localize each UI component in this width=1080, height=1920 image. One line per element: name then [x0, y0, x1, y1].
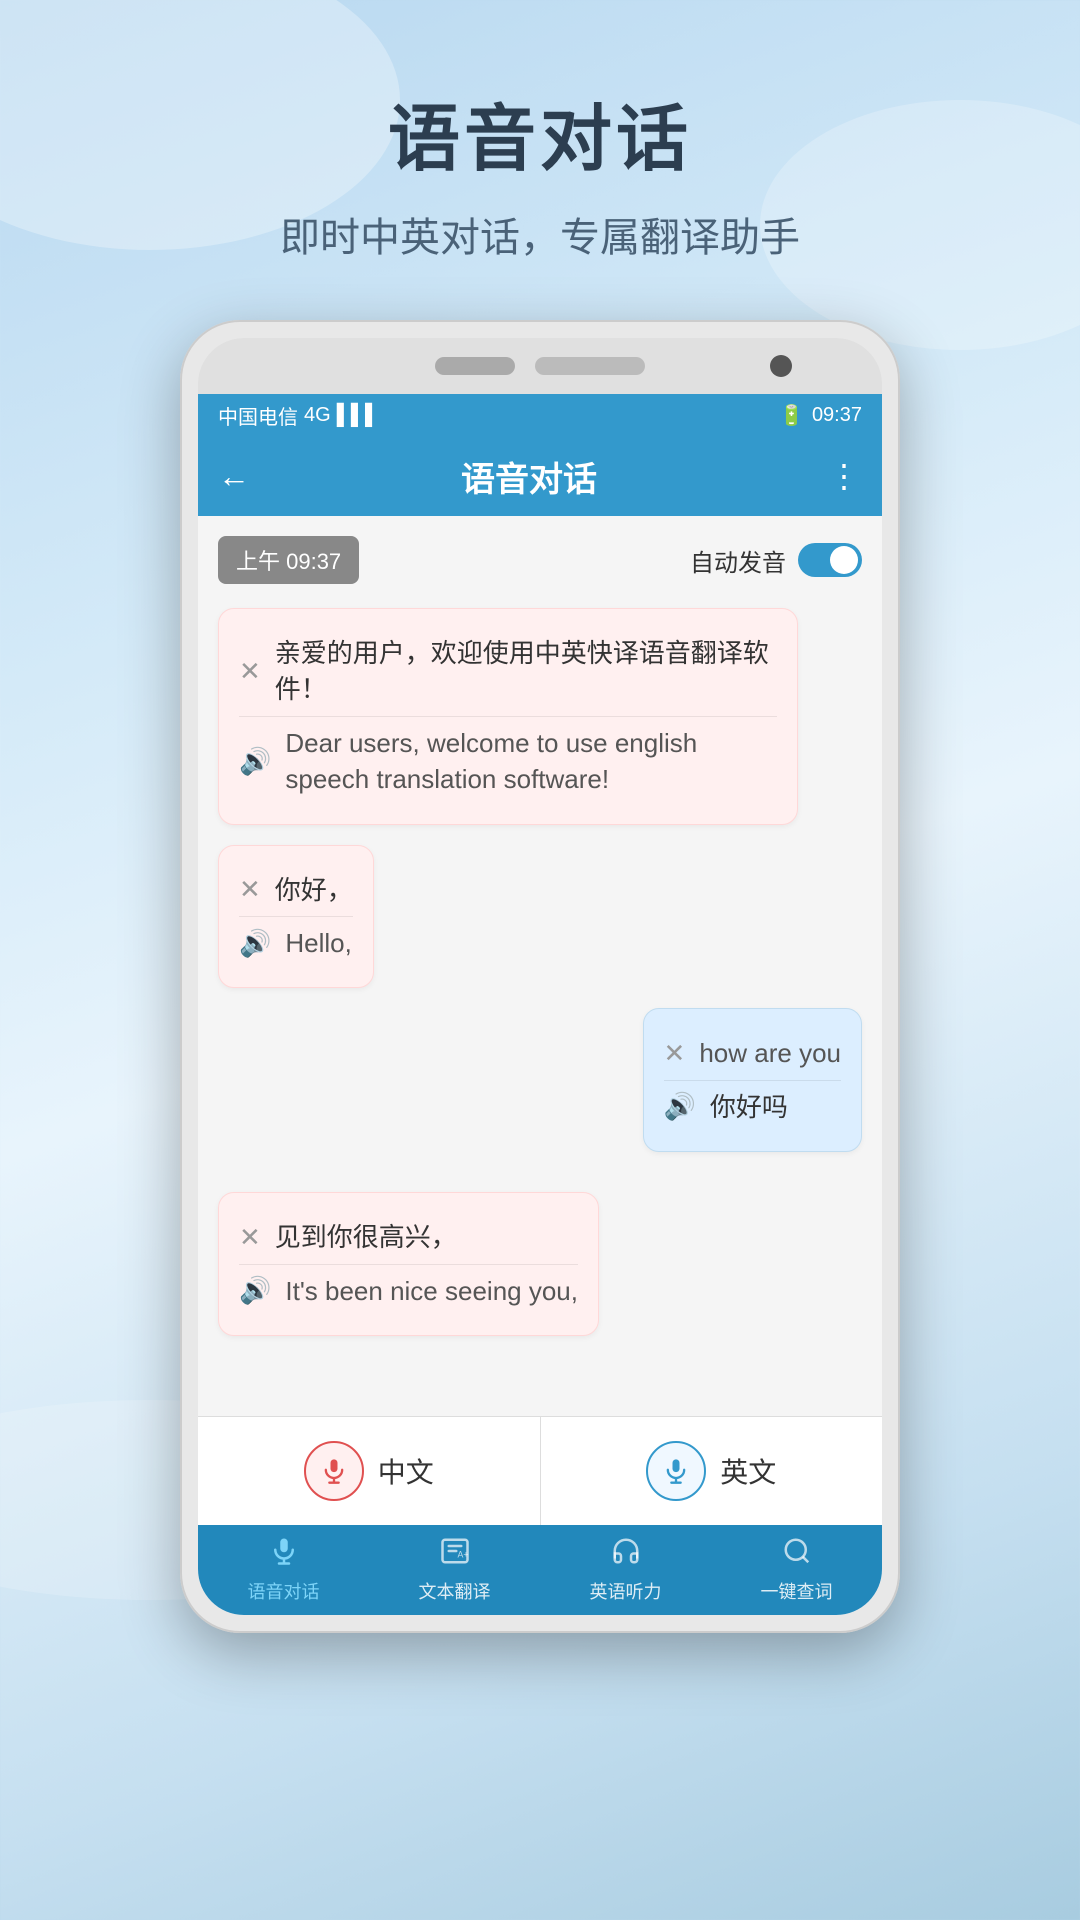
- bubble-text-original-4: 见到你很高兴，: [275, 1219, 457, 1255]
- mic-circle-red: [304, 1441, 364, 1501]
- chat-bubble-3: ✕ how are you 🔊 你好吗: [643, 1008, 862, 1152]
- close-icon-2[interactable]: ✕: [239, 874, 261, 905]
- phone-outer-shell: 中国电信 4G ▌▌▌ 🔋 09:37 ← 语音对话 ⋮: [180, 320, 900, 1633]
- bubble-line-translated-4: 🔊 It's been nice seeing you,: [239, 1264, 578, 1317]
- chinese-mic-button[interactable]: 中文: [198, 1417, 540, 1525]
- main-title: 语音对话: [0, 80, 1080, 185]
- bubble-line-original-3: ✕ how are you: [664, 1027, 841, 1079]
- back-button[interactable]: ←: [218, 458, 250, 495]
- speaker-icon-2[interactable]: 🔊: [239, 928, 271, 959]
- chat-bubble-4: ✕ 见到你很高兴， 🔊 It's been nice seeing you,: [218, 1192, 599, 1336]
- speaker-grille: [435, 357, 515, 375]
- nav-item-voice-chat[interactable]: 语音对话: [198, 1525, 369, 1615]
- right-wrapper-3: ✕ how are you 🔊 你好吗: [218, 1008, 862, 1172]
- bubble-text-translated-4: It's been nice seeing you,: [285, 1273, 578, 1309]
- earpiece: [535, 357, 645, 375]
- mic-buttons-row: 中文 英文: [198, 1416, 882, 1525]
- bubble-text-translated-2: Hello,: [285, 925, 351, 961]
- speaker-icon-3[interactable]: 🔊: [664, 1091, 696, 1122]
- bubble-line-translated-3: 🔊 你好吗: [664, 1080, 841, 1133]
- bubble-line-translated-2: 🔊 Hello,: [239, 916, 353, 969]
- speaker-icon-4[interactable]: 🔊: [239, 1275, 271, 1306]
- status-left: 中国电信 4G ▌▌▌: [218, 401, 379, 430]
- auto-speak-area: 自动发音: [690, 543, 862, 578]
- phone-inner-shell: 中国电信 4G ▌▌▌ 🔋 09:37 ← 语音对话 ⋮: [198, 338, 882, 1615]
- chat-bubble-2: ✕ 你好， 🔊 Hello,: [218, 845, 374, 989]
- app-bar: ← 语音对话 ⋮: [198, 436, 882, 516]
- chat-area: 上午 09:37 自动发音: [198, 516, 882, 1416]
- close-icon-4[interactable]: ✕: [239, 1222, 261, 1253]
- time-toggle-row: 上午 09:37 自动发音: [218, 536, 862, 584]
- close-icon-1[interactable]: ✕: [239, 656, 261, 687]
- nav-item-text-translate[interactable]: A+ 文本翻译: [369, 1525, 540, 1615]
- svg-text:A+: A+: [457, 1549, 468, 1559]
- phone-screen: 中国电信 4G ▌▌▌ 🔋 09:37 ← 语音对话 ⋮: [198, 394, 882, 1615]
- status-right: 🔋 09:37: [779, 403, 862, 428]
- mic-circle-blue: [646, 1441, 706, 1501]
- nav-label-english-listening: 英语听力: [590, 1578, 662, 1604]
- more-menu-button[interactable]: ⋮: [828, 457, 862, 495]
- english-listening-icon: [611, 1536, 641, 1574]
- english-mic-label: 英文: [720, 1451, 776, 1491]
- chinese-mic-label: 中文: [378, 1451, 434, 1491]
- lookup-icon: [782, 1536, 812, 1574]
- status-time: 09:37: [812, 404, 862, 427]
- nav-item-lookup[interactable]: 一键查词: [711, 1525, 882, 1615]
- voice-chat-icon: [269, 1536, 299, 1574]
- nav-label-lookup: 一键查词: [761, 1578, 833, 1604]
- bubble-text-translated-1: Dear users, welcome to use english speec…: [285, 725, 776, 798]
- text-translate-icon: A+: [440, 1536, 470, 1574]
- front-camera: [770, 355, 792, 377]
- auto-speak-label: 自动发音: [690, 543, 786, 578]
- network-type: 4G: [304, 404, 331, 427]
- nav-label-text-translate: 文本翻译: [419, 1578, 491, 1604]
- carrier-text: 中国电信: [218, 401, 298, 430]
- close-icon-3[interactable]: ✕: [664, 1038, 686, 1069]
- bubble-line-translated-1: 🔊 Dear users, welcome to use english spe…: [239, 716, 777, 806]
- bubble-text-original-1: 亲爱的用户，欢迎使用中英快译语音翻译软件！: [275, 635, 777, 708]
- battery-icon: 🔋: [779, 403, 804, 428]
- chat-bubble-1: ✕ 亲爱的用户，欢迎使用中英快译语音翻译软件！ 🔊 Dear users, we…: [218, 608, 798, 825]
- english-mic-button[interactable]: 英文: [540, 1417, 883, 1525]
- bubble-text-original-2: 你好，: [275, 872, 353, 908]
- app-bar-title: 语音对话: [270, 452, 788, 501]
- nav-item-english-listening[interactable]: 英语听力: [540, 1525, 711, 1615]
- toggle-knob: [830, 546, 858, 574]
- time-badge: 上午 09:37: [218, 536, 359, 584]
- bottom-nav: 语音对话 A+ 文本翻译: [198, 1525, 882, 1615]
- auto-speak-toggle[interactable]: [798, 543, 862, 577]
- bubble-line-original-4: ✕ 见到你很高兴，: [239, 1211, 578, 1263]
- bubble-line-original-2: ✕ 你好，: [239, 864, 353, 916]
- status-bar: 中国电信 4G ▌▌▌ 🔋 09:37: [198, 394, 882, 436]
- bubble-text-original-3: how are you: [699, 1035, 841, 1071]
- bubble-line-original-1: ✕ 亲爱的用户，欢迎使用中英快译语音翻译软件！: [239, 627, 777, 716]
- phone-hardware-bar: [198, 338, 882, 394]
- sub-title: 即时中英对话，专属翻译助手: [0, 205, 1080, 263]
- speaker-icon-1[interactable]: 🔊: [239, 746, 271, 777]
- bubble-text-translated-3: 你好吗: [710, 1089, 788, 1125]
- signal-bars: ▌▌▌: [337, 404, 380, 427]
- nav-label-voice-chat: 语音对话: [248, 1578, 320, 1604]
- chat-messages: ✕ 亲爱的用户，欢迎使用中英快译语音翻译软件！ 🔊 Dear users, we…: [218, 608, 862, 1356]
- top-title-section: 语音对话 即时中英对话，专属翻译助手: [0, 0, 1080, 263]
- phone-mockup: 中国电信 4G ▌▌▌ 🔋 09:37 ← 语音对话 ⋮: [180, 320, 900, 1633]
